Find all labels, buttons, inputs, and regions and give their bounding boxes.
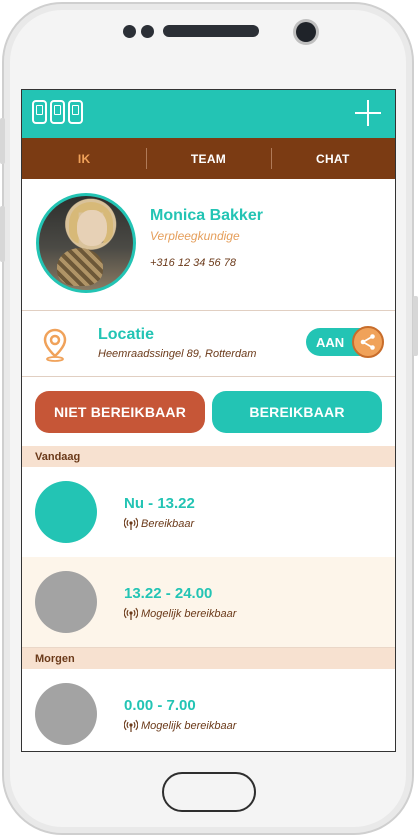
location-pin-icon — [43, 328, 67, 362]
schedule-slot[interactable]: 0.00 - 7.00 Mogelijk bereikbaar — [22, 669, 395, 751]
slot-time: 0.00 - 7.00 — [124, 697, 196, 714]
phone-side-button — [413, 296, 418, 356]
signal-icon — [124, 607, 138, 620]
slot-status-label: Mogelijk bereikbaar — [141, 607, 237, 620]
location-row: Locatie Heemraadssingel 89, Rotterdam AA… — [22, 310, 395, 377]
profile-card: Monica Bakker Verpleegkundige +316 12 34… — [22, 179, 395, 311]
phone-side-button — [0, 118, 5, 164]
phone-home-button[interactable] — [162, 772, 256, 812]
share-icon — [360, 334, 375, 350]
location-address: Heemraadssingel 89, Rotterdam — [98, 348, 257, 360]
toggle-label: AAN — [316, 335, 345, 350]
location-toggle[interactable]: AAN — [306, 326, 384, 358]
phone-camera — [296, 22, 316, 42]
profile-role: Verpleegkundige — [150, 229, 240, 243]
slot-status-circle — [35, 481, 97, 543]
plus-icon[interactable] — [355, 100, 381, 126]
phone-sensor — [123, 25, 136, 38]
tab-chat[interactable]: CHAT — [270, 138, 395, 179]
avatar[interactable] — [36, 193, 136, 293]
not-available-button[interactable]: NIET BEREIKBAAR — [35, 391, 205, 433]
slot-status: Mogelijk bereikbaar — [124, 719, 236, 732]
team-phones-logo-icon — [32, 100, 83, 124]
slot-status: Mogelijk bereikbaar — [124, 607, 236, 620]
slot-status-circle — [35, 683, 97, 745]
profile-name: Monica Bakker — [150, 207, 263, 224]
location-title: Locatie — [98, 326, 155, 343]
slot-status: Bereikbaar — [124, 517, 194, 530]
toggle-knob[interactable] — [352, 326, 384, 358]
slot-time: Nu - 13.22 — [124, 495, 195, 512]
signal-icon — [124, 517, 138, 530]
day-header-today: Vandaag — [22, 446, 395, 467]
app-screen: IK TEAM CHAT Monica Bakker Verpleegkundi… — [21, 89, 396, 752]
tab-team[interactable]: TEAM — [146, 138, 270, 179]
slot-status-label: Bereikbaar — [141, 517, 195, 530]
schedule-slot[interactable]: Nu - 13.22 Bereikbaar — [22, 467, 395, 558]
tab-ik[interactable]: IK — [22, 138, 146, 179]
tab-bar: IK TEAM CHAT — [22, 138, 395, 179]
slot-status-circle — [35, 571, 97, 633]
signal-icon — [124, 719, 138, 732]
schedule-slot[interactable]: 13.22 - 24.00 Mogelijk bereikbaar — [22, 557, 395, 648]
day-header-tomorrow: Morgen — [22, 648, 395, 669]
available-button[interactable]: BEREIKBAAR — [212, 391, 382, 433]
slot-time: 13.22 - 24.00 — [124, 585, 213, 602]
profile-phone[interactable]: +316 12 34 56 78 — [150, 257, 236, 269]
app-header — [22, 90, 395, 138]
phone-side-button — [0, 206, 5, 262]
phone-speaker — [163, 25, 259, 37]
phone-sensor — [141, 25, 154, 38]
slot-status-label: Mogelijk bereikbaar — [141, 719, 237, 732]
